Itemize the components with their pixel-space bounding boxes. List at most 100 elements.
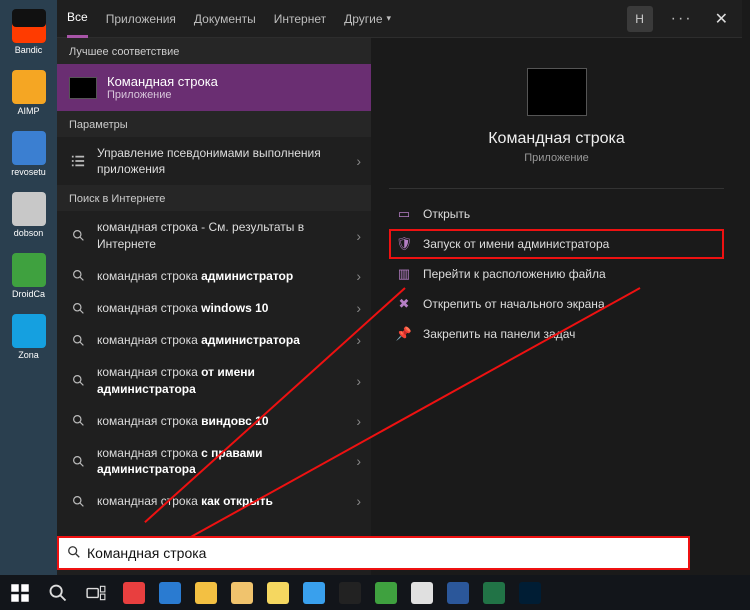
web-result-text: командная строка windows 10 <box>97 300 346 316</box>
chevron-right-icon: › <box>356 453 361 469</box>
taskbar-app-folder[interactable] <box>224 575 260 610</box>
chevron-right-icon: › <box>356 268 361 284</box>
desktop-icon-label: AIMP <box>4 106 54 116</box>
taskbar-app-utorrent[interactable] <box>368 575 404 610</box>
taskbar-app-downloads[interactable] <box>296 575 332 610</box>
desktop-icon-droidca[interactable]: DroidCa <box>4 246 54 306</box>
notes-icon <box>267 582 289 604</box>
downloads-icon <box>303 582 325 604</box>
taskbar-app-word[interactable] <box>440 575 476 610</box>
tab-web[interactable]: Интернет <box>274 0 326 38</box>
taskbar-search-button[interactable] <box>40 575 76 610</box>
chevron-right-icon: › <box>356 153 361 169</box>
chevron-right-icon: › <box>356 493 361 509</box>
best-match-title: Командная строка <box>107 74 218 89</box>
taskbar-app-excel[interactable] <box>476 575 512 610</box>
user-avatar-button[interactable]: Н <box>627 6 653 32</box>
desktop-icons-strip: Bandic AIMP revosetu dobson DroidCaZona <box>0 0 57 575</box>
web-result-text: командная строка виндовс 10 <box>97 413 346 429</box>
tab-docs[interactable]: Документы <box>194 0 256 38</box>
taskbar <box>0 575 750 610</box>
utorrent-icon <box>375 582 397 604</box>
tab-apps[interactable]: Приложения <box>106 0 176 38</box>
start-button[interactable] <box>2 575 38 610</box>
web-result-text: командная строка администратора <box>97 332 346 348</box>
web-result-text: командная строка от имени администратора <box>97 364 346 396</box>
open-icon: ▭ <box>395 206 413 222</box>
params-item-text: Управление псевдонимами выполнения прило… <box>97 145 346 177</box>
web-result-text: командная строка администратор <box>97 268 346 284</box>
taskview-button[interactable] <box>78 575 114 610</box>
chevron-right-icon: › <box>356 373 361 389</box>
tab-more[interactable]: Другие ▾ <box>344 0 391 38</box>
section-best-match: Лучшее соответствие <box>57 38 371 64</box>
web-result-item[interactable]: командная строка виндовс 10› <box>57 405 371 437</box>
search-icon <box>69 414 87 427</box>
search-icon <box>69 495 87 508</box>
web-result-item[interactable]: командная строка администратор › <box>57 260 371 292</box>
desktop-icon-dobson[interactable]: dobson <box>4 185 54 245</box>
search-bar[interactable] <box>57 536 690 570</box>
preview-subtitle: Приложение <box>389 152 724 164</box>
action-run-as-admin[interactable]: 🛡 Запуск от имени администратора <box>389 229 724 259</box>
web-result-item[interactable]: командная строка администратора › <box>57 324 371 356</box>
taskbar-app-notes[interactable] <box>260 575 296 610</box>
taskbar-app-bandicam[interactable] <box>332 575 368 610</box>
web-result-item[interactable]: командная строка от имени администратора… <box>57 356 371 404</box>
web-result-text: командная строка - См. результаты в Инте… <box>97 219 346 251</box>
tab-more-label: Другие <box>344 12 382 26</box>
folder-icon <box>231 582 253 604</box>
more-options-button[interactable]: ··· <box>671 10 693 28</box>
action-run-admin-label: Запуск от имени администратора <box>423 237 609 251</box>
chevron-right-icon: › <box>356 332 361 348</box>
chevron-down-icon: ▾ <box>387 13 392 24</box>
taskbar-app-paint[interactable] <box>404 575 440 610</box>
desktop-icon-revosetu[interactable]: revosetu <box>4 124 54 184</box>
excel-icon <box>483 582 505 604</box>
best-match-item[interactable]: Командная строка Приложение <box>57 64 371 111</box>
photoshop-icon <box>519 582 541 604</box>
web-result-item[interactable]: командная строка как открыть› <box>57 485 371 517</box>
cmd-thumbnail-icon <box>69 77 97 99</box>
search-icon <box>69 374 87 387</box>
bandicam-icon <box>339 582 361 604</box>
preview-title: Командная строка <box>389 130 724 148</box>
web-result-item[interactable]: командная строка windows 10› <box>57 292 371 324</box>
best-match-subtitle: Приложение <box>107 89 218 101</box>
section-web-search: Поиск в Интернете <box>57 185 371 211</box>
desktop-icon-label: revosetu <box>4 167 54 177</box>
taskbar-app-edge[interactable] <box>152 575 188 610</box>
close-button[interactable]: ✕ <box>711 9 732 29</box>
tab-all[interactable]: Все <box>67 0 88 38</box>
settings-list-icon <box>69 154 87 168</box>
action-open[interactable]: ▭ Открыть <box>389 199 724 229</box>
word-icon <box>447 582 469 604</box>
action-open-location-label: Перейти к расположению файла <box>423 267 606 281</box>
search-icon <box>69 302 87 315</box>
desktop-icon-label: dobson <box>4 228 54 238</box>
desktop-icon-zona[interactable]: Zona <box>4 307 54 367</box>
taskbar-app-opera[interactable] <box>116 575 152 610</box>
paint-icon <box>411 582 433 604</box>
desktop-icon-aimp[interactable]: AIMP <box>4 63 54 123</box>
action-open-label: Открыть <box>423 207 470 221</box>
action-open-file-location[interactable]: ▥ Перейти к расположению файла <box>389 259 724 289</box>
search-icon <box>69 229 87 242</box>
action-unpin-start-label: Открепить от начального экрана <box>423 297 605 311</box>
results-column: Лучшее соответствие Командная строка При… <box>57 38 371 575</box>
action-unpin-start[interactable]: ✖ Открепить от начального экрана <box>389 289 724 319</box>
divider <box>389 188 724 189</box>
edge-icon <box>159 582 181 604</box>
search-tabs: Все Приложения Документы Интернет Другие… <box>57 0 742 38</box>
shield-icon: 🛡 <box>395 236 413 252</box>
taskbar-app-chrome[interactable] <box>188 575 224 610</box>
taskbar-app-photoshop[interactable] <box>512 575 548 610</box>
params-alias-item[interactable]: Управление псевдонимами выполнения прило… <box>57 137 371 185</box>
chevron-right-icon: › <box>356 228 361 244</box>
pin-icon: 📌 <box>395 326 413 342</box>
folder-icon: ▥ <box>395 266 413 282</box>
web-result-item[interactable]: командная строка - См. результаты в Инте… <box>57 211 371 259</box>
search-input[interactable] <box>87 545 680 561</box>
search-icon <box>69 269 87 282</box>
desktop-icon-bandic[interactable]: Bandic <box>4 2 54 62</box>
